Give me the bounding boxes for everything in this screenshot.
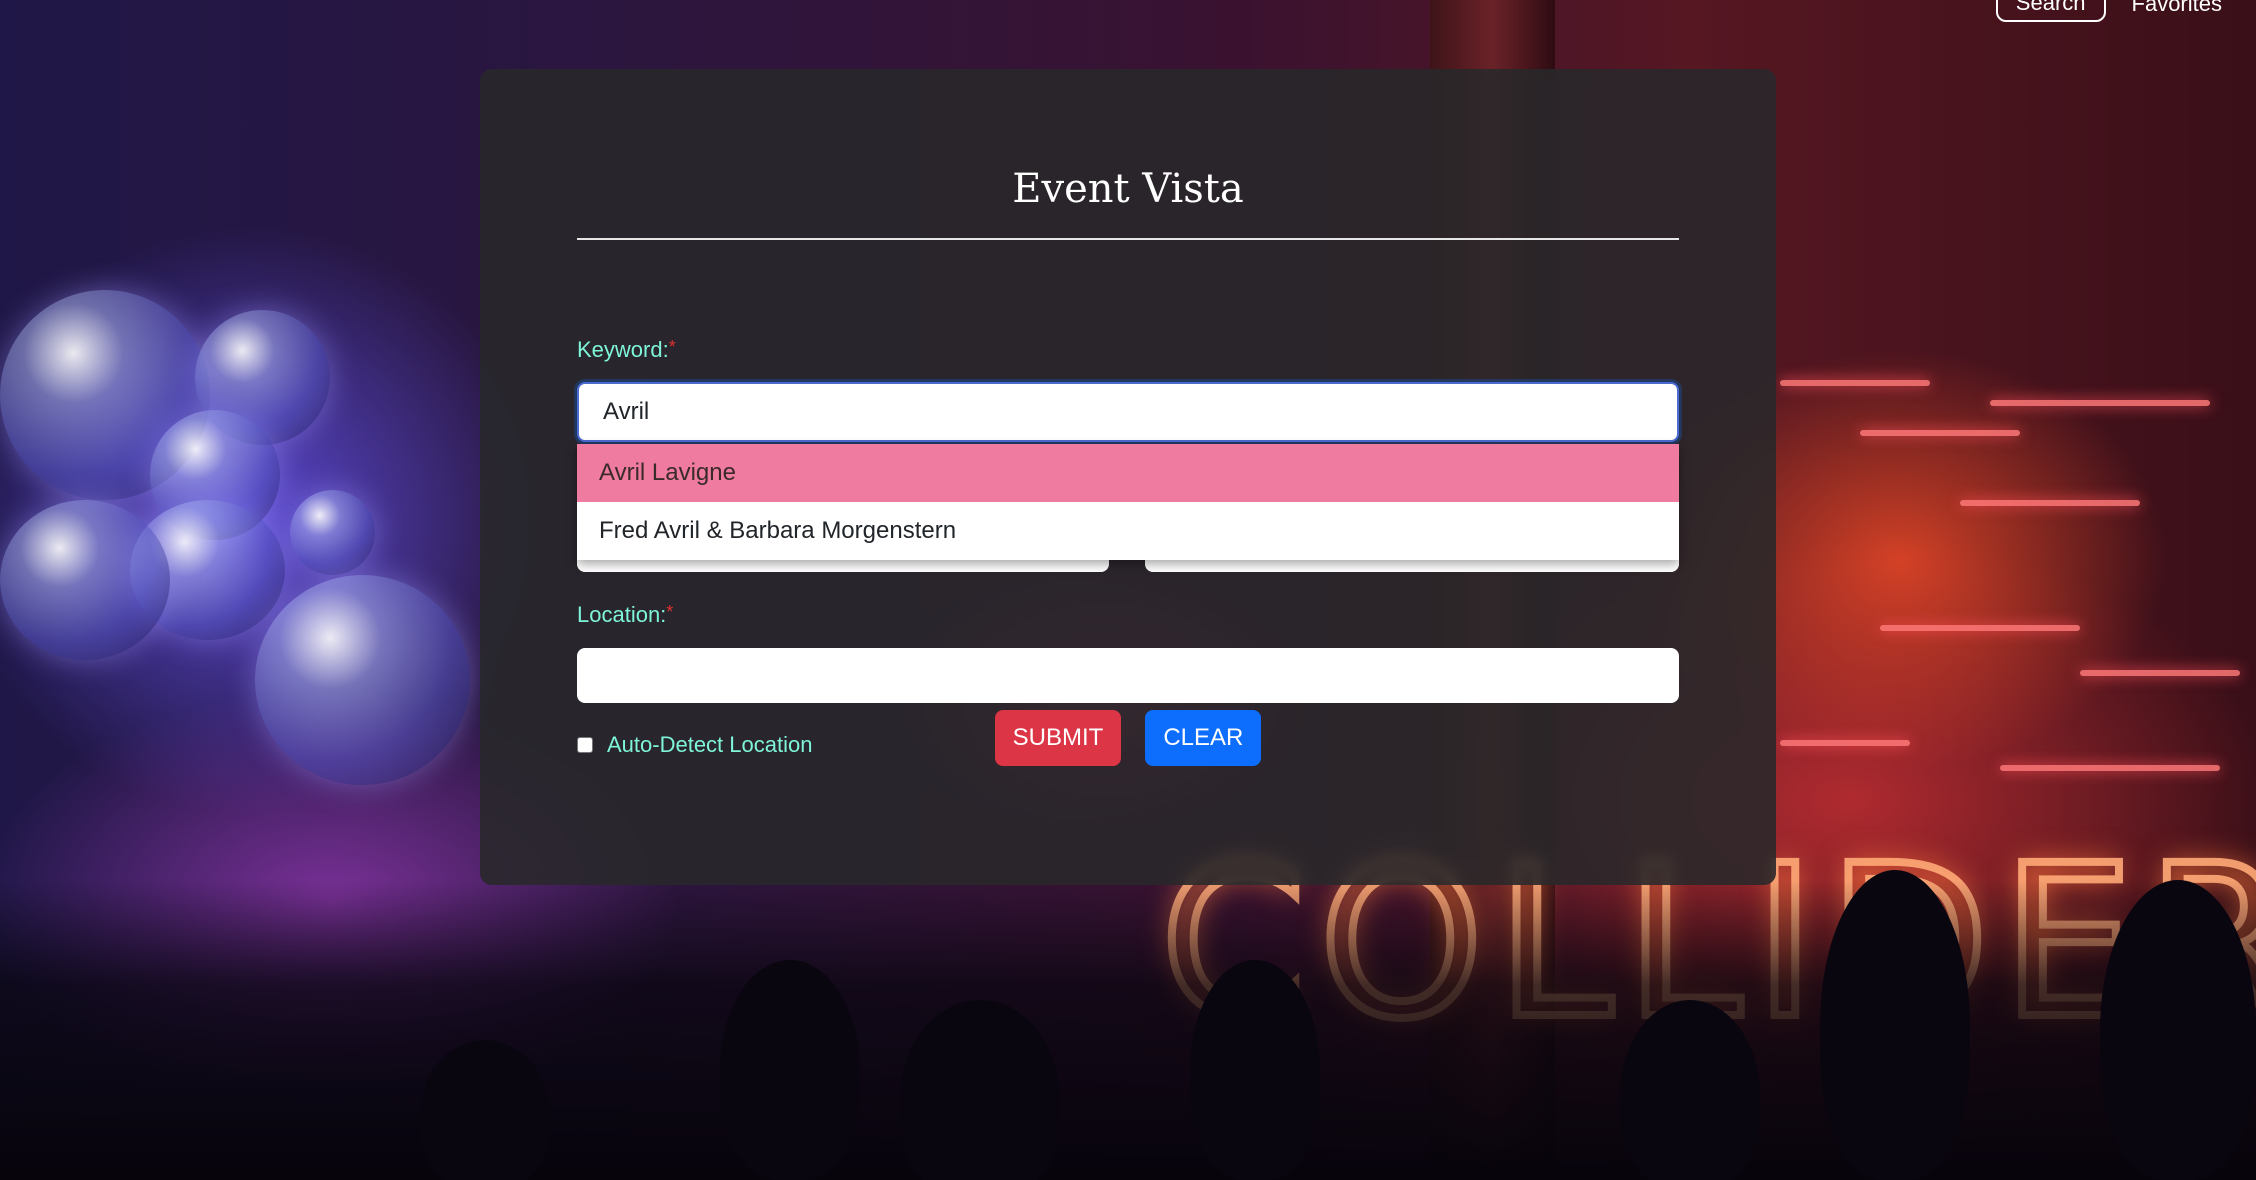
disco-ball [255, 575, 470, 785]
keyword-label-text: Keyword: [577, 337, 669, 362]
location-label: Location:* [577, 602, 673, 628]
suggestion-option[interactable]: Avril Lavigne [577, 444, 1679, 502]
neon-light [1780, 380, 1930, 386]
keyword-input[interactable] [577, 382, 1679, 442]
crowd-silhouette [1190, 960, 1320, 1180]
nav-favorites-link[interactable]: Favorites [2132, 0, 2222, 17]
disco-ball [290, 490, 375, 575]
disco-ball [0, 500, 170, 660]
keyword-label: Keyword:* [577, 337, 676, 363]
nav-search-button[interactable]: Search [1995, 0, 2106, 22]
required-mark: * [668, 337, 676, 357]
location-input[interactable] [577, 648, 1679, 703]
search-form-card: Event Vista Keyword:* Avril Lavigne Fred… [480, 69, 1776, 885]
crowd-silhouette [1620, 1000, 1760, 1180]
top-navigation: Search Favorites [1995, 0, 2222, 22]
form-actions: SUBMIT CLEAR [480, 710, 1776, 766]
page-title: Event Vista [1012, 166, 1244, 212]
crowd-silhouette [720, 960, 860, 1180]
crowd-silhouette [1820, 870, 1970, 1180]
neon-light [1960, 500, 2140, 506]
title-divider [577, 238, 1679, 240]
suggestion-option[interactable]: Fred Avril & Barbara Morgenstern [577, 502, 1679, 560]
location-label-text: Location: [577, 602, 667, 627]
submit-button[interactable]: SUBMIT [994, 710, 1122, 766]
crowd-silhouette [2100, 880, 2256, 1180]
neon-light [1880, 625, 2080, 631]
neon-light [1780, 740, 1910, 746]
required-mark: * [666, 602, 674, 622]
keyword-suggestions-dropdown: Avril Lavigne Fred Avril & Barbara Morge… [577, 444, 1679, 560]
neon-light [2080, 670, 2240, 676]
neon-light [2000, 765, 2220, 771]
neon-light [1990, 400, 2210, 406]
crowd-silhouette [420, 1040, 550, 1180]
clear-button[interactable]: CLEAR [1145, 710, 1262, 766]
neon-light [1860, 430, 2020, 436]
